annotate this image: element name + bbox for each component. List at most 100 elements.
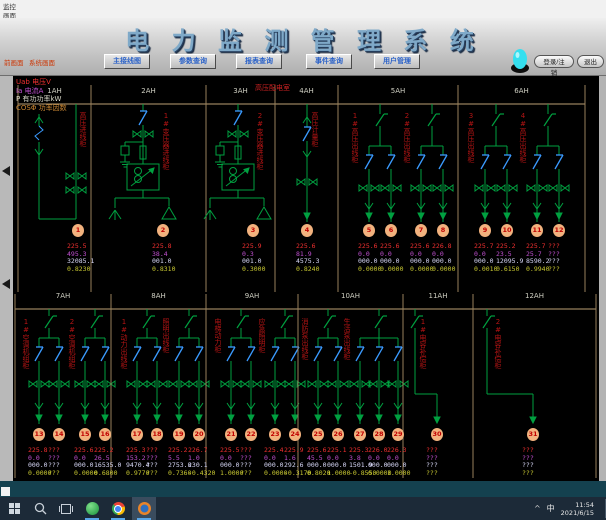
taskbar-app-active[interactable] xyxy=(132,497,156,520)
window-titlebar: 监控 画面 xyxy=(0,0,606,19)
water-drop-icon xyxy=(509,47,531,74)
feeder-label: 1#变压器进线柜 xyxy=(162,112,170,218)
meter-circle-23[interactable]: 23 xyxy=(269,428,281,441)
cos-value: 0.0000 xyxy=(380,266,410,274)
meter-circle-19[interactable]: 19 xyxy=(173,428,185,441)
meter-circle-18[interactable]: 18 xyxy=(151,428,163,441)
feeder-label: 2#变压器进线柜 xyxy=(256,112,264,218)
legend-voltage: Uab 电压V xyxy=(16,78,67,87)
bay-label-6AH: 6AH xyxy=(505,87,539,95)
meter-circle-31[interactable]: 31 xyxy=(527,428,539,441)
taskbar-app-green[interactable] xyxy=(80,497,104,520)
meter-values-6: 225.60.0000.00.0000 xyxy=(380,243,410,273)
app-header: 电 力 监 测 管 理 系 统 前画面 系统画面 主接线图 参数查询 报表查询 … xyxy=(0,18,606,76)
meter-circle-11[interactable]: 11 xyxy=(531,224,543,237)
cos-value: 0.0000 xyxy=(432,266,462,274)
meter-circle-25[interactable]: 25 xyxy=(312,428,324,441)
meter-circle-15[interactable]: 15 xyxy=(79,428,91,441)
meter-circle-22[interactable]: 22 xyxy=(245,428,257,441)
meter-circle-7[interactable]: 7 xyxy=(415,224,427,237)
meter-circle-1[interactable]: 1 xyxy=(72,224,84,237)
feeder-label: 电梯动力柜 xyxy=(214,318,222,418)
feeder-label: 2#电容补偿柜 xyxy=(494,318,502,418)
cos-value: ??? xyxy=(522,470,552,478)
task-view-button[interactable] xyxy=(54,497,78,520)
meter-values-12: ???????????? xyxy=(548,243,578,273)
exit-button[interactable]: 退出 xyxy=(577,55,604,68)
feeder-label: 1#高压出线柜 xyxy=(351,112,359,218)
feeder-label: 高压进线柜 xyxy=(79,112,87,218)
feeder-label: 3#高压出线柜 xyxy=(467,112,475,218)
clock-time: 11:54 xyxy=(561,501,594,509)
application-window: 监控 画面 电 力 监 测 管 理 系 统 前画面 系统画面 主接线图 参数查询… xyxy=(0,0,606,520)
diagram-overlay: Uab 电压V Ia 电流A P 有功功率kW COSΦ 功率因数 高压配电室 … xyxy=(13,76,599,481)
search-button[interactable] xyxy=(28,497,52,520)
right-border-strip xyxy=(599,76,606,481)
left-scroll-strip xyxy=(0,76,13,481)
meter-circle-12[interactable]: 12 xyxy=(553,224,565,237)
taskbar-app-chrome[interactable] xyxy=(106,497,130,520)
meter-values-30: ???????????? xyxy=(426,447,456,477)
start-button[interactable] xyxy=(2,497,26,520)
cos-value: 0.6800 xyxy=(94,470,124,478)
meter-circle-8[interactable]: 8 xyxy=(437,224,449,237)
meter-circle-21[interactable]: 21 xyxy=(225,428,237,441)
cos-value: 0.8230 xyxy=(67,266,97,274)
windows-logo-icon xyxy=(9,503,20,514)
meter-values-4: 225.681.94575.30.8240 xyxy=(296,243,326,273)
green-app-icon xyxy=(86,502,99,515)
chrome-icon xyxy=(112,502,125,515)
feeder-label: 2#空调机组柜 xyxy=(68,318,76,418)
nav-event-button[interactable]: 事件查询 xyxy=(306,54,352,69)
ime-indicator[interactable]: 中 xyxy=(547,503,555,514)
meter-circle-17[interactable]: 17 xyxy=(131,428,143,441)
meter-circle-27[interactable]: 27 xyxy=(354,428,366,441)
meter-circle-24[interactable]: 24 xyxy=(289,428,301,441)
meter-circle-28[interactable]: 28 xyxy=(373,428,385,441)
login-logout-button[interactable]: 登录/注销 xyxy=(534,55,574,68)
link-system-screen[interactable]: 系统画面 xyxy=(29,57,55,67)
meter-circle-3[interactable]: 3 xyxy=(247,224,259,237)
status-white-box xyxy=(1,487,10,496)
bay-label-8AH: 8AH xyxy=(142,292,176,300)
meter-circle-13[interactable]: 13 xyxy=(33,428,45,441)
meter-circle-4[interactable]: 4 xyxy=(301,224,313,237)
tray-caret-icon[interactable]: ^ xyxy=(534,504,541,513)
nav-parameter-button[interactable]: 参数查询 xyxy=(170,54,216,69)
meter-circle-5[interactable]: 5 xyxy=(363,224,375,237)
meter-values-2: 225.838.4001.00.8310 xyxy=(152,243,182,273)
bay-label-11AH: 11AH xyxy=(421,292,455,300)
cos-value: 0.8240 xyxy=(296,266,326,274)
scroll-left-icon[interactable] xyxy=(2,279,10,289)
single-line-diagram-canvas: Uab 电压V Ia 电流A P 有功功率kW COSΦ 功率因数 高压配电室 … xyxy=(0,76,606,481)
bay-label-4AH: 4AH xyxy=(290,87,324,95)
nav-main-wiring-button[interactable]: 主接线图 xyxy=(104,54,150,69)
link-previous-screen[interactable]: 前画面 xyxy=(4,57,24,67)
meter-circle-6[interactable]: 6 xyxy=(385,224,397,237)
meter-circle-14[interactable]: 14 xyxy=(53,428,65,441)
windows-taskbar: ^ 中 11:54 2021/6/15 xyxy=(0,497,606,520)
bay-label-1AH: 1AH xyxy=(38,87,72,95)
meter-circle-20[interactable]: 20 xyxy=(193,428,205,441)
room-title: 高压配电室 xyxy=(255,83,290,93)
meter-values-10: 225.223.512095.90.6150 xyxy=(496,243,526,273)
cos-value: -0.4320 xyxy=(188,470,218,478)
scroll-left-icon[interactable] xyxy=(2,166,10,176)
cos-value: 1.0000 xyxy=(387,470,417,478)
nav-user-mgmt-button[interactable]: 用户管理 xyxy=(374,54,420,69)
feeder-label: 高压计量柜 xyxy=(311,112,319,218)
meter-values-31: ???????????? xyxy=(522,447,552,477)
nav-report-button[interactable]: 报表查询 xyxy=(236,54,282,69)
meter-circle-2[interactable]: 2 xyxy=(157,224,169,237)
meter-circle-26[interactable]: 26 xyxy=(332,428,344,441)
cos-value: ??? xyxy=(548,266,578,274)
meter-circle-16[interactable]: 16 xyxy=(99,428,111,441)
meter-circle-30[interactable]: 30 xyxy=(431,428,443,441)
taskbar-clock[interactable]: 11:54 2021/6/15 xyxy=(561,501,594,517)
meter-circle-10[interactable]: 10 xyxy=(501,224,513,237)
meter-circle-29[interactable]: 29 xyxy=(392,428,404,441)
bay-label-2AH: 2AH xyxy=(132,87,166,95)
bay-label-10AH: 10AH xyxy=(334,292,368,300)
meter-values-1: 225.5495.332085.10.8230 xyxy=(67,243,97,273)
meter-circle-9[interactable]: 9 xyxy=(479,224,491,237)
